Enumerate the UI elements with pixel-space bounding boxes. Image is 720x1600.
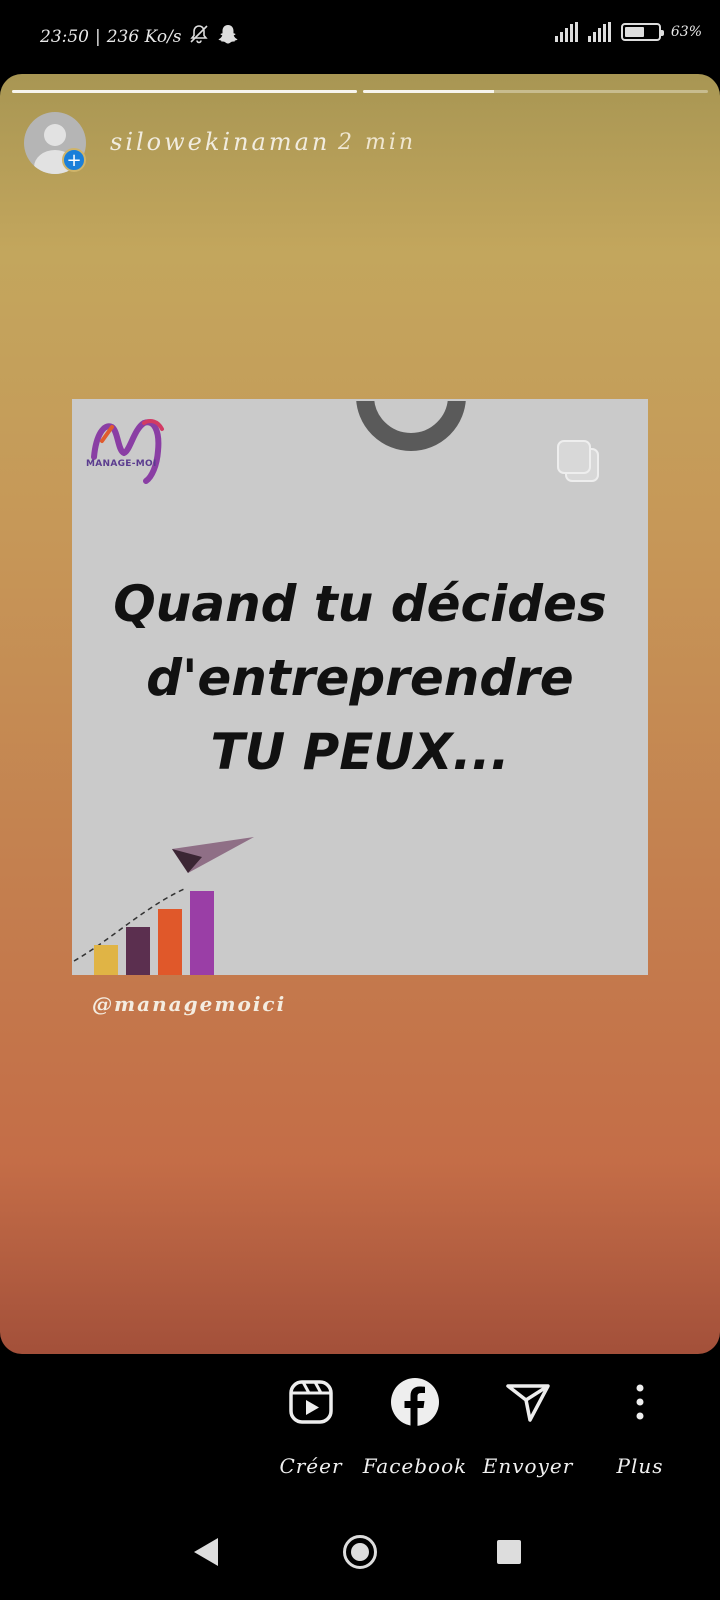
progress-segment (363, 90, 708, 93)
share-label: Envoyer (482, 1454, 574, 1478)
share-label: Facebook (362, 1454, 468, 1478)
logo-text: MANAGE-MOI (86, 459, 157, 469)
more-button[interactable]: Plus (585, 1370, 695, 1478)
battery-percent: 63% (670, 24, 702, 40)
story-username[interactable]: silowekinaman (110, 128, 330, 156)
more-vertical-icon (636, 1384, 644, 1420)
paper-plane-icon (506, 1384, 550, 1422)
status-time: 23:50 (40, 26, 89, 47)
ring-decoration (356, 399, 466, 451)
send-button[interactable]: Envoyer (473, 1370, 583, 1478)
mention-handle[interactable]: @managemoici (92, 992, 286, 1016)
muted-bell-icon (188, 23, 210, 50)
headline-line-2: d'entreprendre (146, 649, 574, 707)
avatar-head (44, 124, 66, 146)
shared-post[interactable]: MANAGE-MOI Quand tu décides d'entreprend… (72, 399, 648, 975)
growth-bar (94, 945, 118, 975)
network-speed: 236 Ko/s (106, 26, 182, 47)
reels-icon (289, 1380, 333, 1424)
share-bar: Créer Facebook Envoyer Plus (0, 1370, 720, 1490)
status-divider: | (95, 26, 101, 47)
signal-icon-2 (587, 22, 611, 42)
manage-moi-logo-icon (91, 419, 164, 484)
signal-icon-1 (554, 22, 578, 42)
status-right: 63% (554, 22, 702, 42)
status-bar: 23:50 | 236 Ko/s 63% (0, 0, 720, 72)
share-label: Plus (616, 1454, 664, 1478)
growth-graphic (73, 837, 254, 975)
recents-icon[interactable] (497, 1540, 521, 1564)
facebook-button[interactable]: Facebook (360, 1370, 470, 1478)
snapchat-ghost-icon (216, 22, 240, 51)
progress-fill (12, 90, 357, 93)
headline-line-3: TU PEUX... (210, 723, 510, 781)
home-icon[interactable] (343, 1535, 377, 1569)
battery-icon (620, 23, 664, 41)
create-button[interactable]: Créer (256, 1370, 366, 1478)
back-icon[interactable] (194, 1538, 218, 1566)
story-time: 2 min (338, 130, 417, 155)
story-progress (12, 90, 708, 93)
add-story-icon[interactable]: + (62, 148, 86, 172)
growth-bar (190, 891, 214, 975)
status-left: 23:50 | 236 Ko/s (40, 22, 240, 51)
share-label: Créer (279, 1454, 343, 1478)
headline-line-1: Quand tu décides (113, 575, 607, 633)
progress-segment (12, 90, 357, 93)
story-card[interactable]: + silowekinaman 2 min MANAGE-MOI Quand t… (0, 74, 720, 1354)
growth-bar (126, 927, 150, 975)
progress-fill (363, 90, 495, 93)
growth-bar (158, 909, 182, 975)
multiple-images-icon (557, 440, 599, 482)
facebook-icon (391, 1378, 439, 1426)
system-nav-bar (0, 1500, 720, 1600)
post-headline: Quand tu décides d'entreprendre TU PEUX.… (72, 567, 648, 789)
